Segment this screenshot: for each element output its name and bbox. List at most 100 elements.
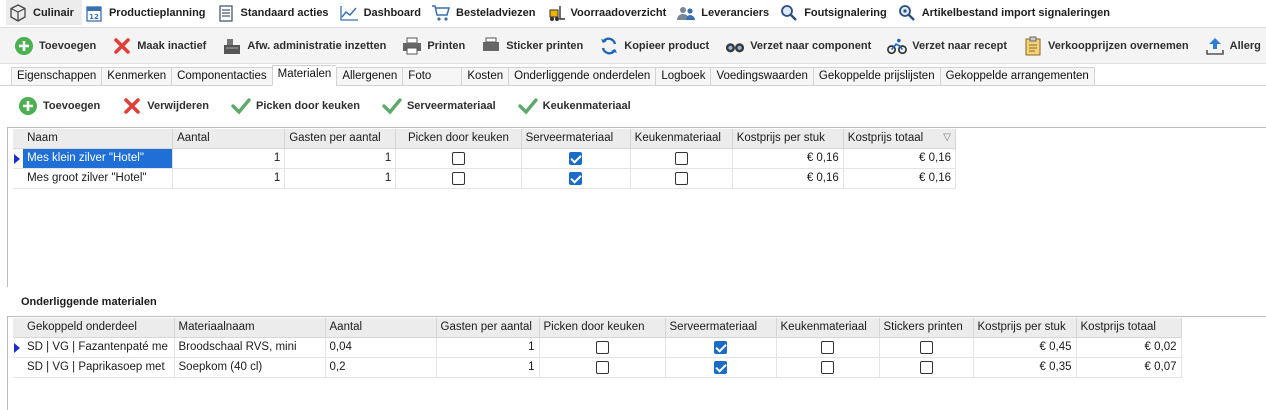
col-picken-door-keuken[interactable]: Picken door keuken xyxy=(539,318,666,338)
cell-prijs-stuk[interactable]: € 0,16 xyxy=(732,148,844,169)
cell-prijs-stuk[interactable]: € 0,35 xyxy=(973,357,1077,378)
keuken-checkbox[interactable] xyxy=(674,151,688,165)
tab-materialen[interactable]: Materialen xyxy=(271,65,337,86)
materiaal-verwijderen-button[interactable]: Verwijderen xyxy=(122,96,209,116)
tab-logboek[interactable]: Logboek xyxy=(655,67,711,86)
col-keukenmateriaal[interactable]: Keukenmateriaal xyxy=(776,318,880,338)
nav-artikelbestand-import[interactable]: Artikelbestand import signaleringen xyxy=(895,0,1118,25)
tab-voedingswaarden[interactable]: Voedingswaarden xyxy=(710,67,813,86)
cell-prijs-stuk[interactable]: € 0,16 xyxy=(732,168,844,189)
verkoopprijzen-overnemen-button[interactable]: Verkoopprijzen overnemen xyxy=(1023,36,1189,56)
materiaal-toevoegen-button[interactable]: Toevoegen xyxy=(18,96,100,116)
table-row[interactable]: SD | VG | Paprikasoep met Soepkom (40 cl… xyxy=(13,357,1182,378)
col-gasten-per-aantal[interactable]: Gasten per aantal xyxy=(284,129,397,149)
cell-prijs-totaal[interactable]: € 0,02 xyxy=(1076,337,1182,358)
nav-leveranciers[interactable]: Leveranciers xyxy=(674,0,777,25)
col-kostprijs-per-stuk[interactable]: Kostprijs per stuk xyxy=(732,129,844,149)
button-label: Allerg xyxy=(1229,39,1261,52)
tab-foto[interactable]: Foto xyxy=(402,67,462,86)
cell-aantal[interactable]: 1 xyxy=(172,148,286,169)
nav-productieplanning[interactable]: 12 Productieplanning xyxy=(82,0,214,25)
col-kostprijs-per-stuk[interactable]: Kostprijs per stuk xyxy=(973,318,1077,338)
cell-prijs-totaal[interactable]: € 0,07 xyxy=(1076,357,1182,378)
serveer-checkbox[interactable] xyxy=(714,340,727,354)
cell-gasten[interactable]: 1 xyxy=(284,168,397,189)
keuken-checkbox[interactable] xyxy=(821,360,834,374)
cell-onderdeel[interactable]: SD | VG | Fazantenpaté me xyxy=(23,337,175,358)
col-materiaalnaam[interactable]: Materiaalnaam xyxy=(174,318,326,338)
serveer-checkbox[interactable] xyxy=(569,171,583,185)
table-row[interactable]: Mes groot zilver "Hotel" 1 1 € 0,16 € 0,… xyxy=(13,168,957,189)
col-picken-door-keuken[interactable]: Picken door keuken xyxy=(395,129,522,149)
filter-icon[interactable]: ▽ xyxy=(943,132,951,143)
cell-naam[interactable]: Mes klein zilver "Hotel" xyxy=(23,148,174,169)
picken-checkbox[interactable] xyxy=(595,360,609,374)
verzet-naar-component-button[interactable]: Verzet naar component xyxy=(725,36,871,56)
tab-allergenen[interactable]: Allergenen xyxy=(336,67,403,86)
verzet-naar-recept-button[interactable]: Verzet naar recept xyxy=(887,36,1007,56)
stickers-checkbox[interactable] xyxy=(919,340,933,354)
cell-naam[interactable]: Mes groot zilver "Hotel" xyxy=(23,168,174,189)
col-naam[interactable]: Naam xyxy=(23,129,174,149)
col-gasten-per-aantal[interactable]: Gasten per aantal xyxy=(436,318,540,338)
col-aantal[interactable]: Aantal xyxy=(172,129,286,149)
cell-aantal[interactable]: 0,2 xyxy=(325,357,437,378)
nav-foutsignalering[interactable]: Foutsignalering xyxy=(777,0,895,25)
tab-gekoppelde-arrangementen[interactable]: Gekoppelde arrangementen xyxy=(939,67,1095,86)
tab-gekoppelde-prijslijsten[interactable]: Gekoppelde prijslijsten xyxy=(812,67,940,86)
col-serveermateriaal[interactable]: Serveermateriaal xyxy=(521,129,631,149)
cell-prijs-totaal[interactable]: € 0,16 xyxy=(843,148,957,169)
nav-culinair[interactable]: Culinair xyxy=(6,0,82,25)
allergenen-button[interactable]: Allerg xyxy=(1205,36,1261,56)
nav-dashboard[interactable]: Dashboard xyxy=(337,0,429,25)
keuken-checkbox[interactable] xyxy=(674,171,688,185)
col-aantal[interactable]: Aantal xyxy=(325,318,437,338)
serveer-checkbox[interactable] xyxy=(714,360,727,374)
picken-checkbox[interactable] xyxy=(595,340,609,354)
tab-eigenschappen[interactable]: Eigenschappen xyxy=(11,67,102,86)
row-indicator xyxy=(13,168,24,189)
printen-button[interactable]: Printen xyxy=(402,36,465,56)
cell-materiaal[interactable]: Broodschaal RVS, mini xyxy=(174,337,326,358)
nav-besteladviezen[interactable]: Besteladviezen xyxy=(429,0,543,25)
nav-voorraadoverzicht[interactable]: Voorraadoverzicht xyxy=(544,0,675,25)
cell-aantal[interactable]: 0,04 xyxy=(325,337,437,358)
toevoegen-button[interactable]: Toevoegen xyxy=(14,36,96,56)
cell-gasten[interactable]: 1 xyxy=(436,357,540,378)
col-gekoppeld-onderdeel[interactable]: Gekoppeld onderdeel xyxy=(23,318,175,338)
maak-inactief-button[interactable]: Maak inactief xyxy=(112,36,206,56)
kopieer-product-button[interactable]: Kopieer product xyxy=(599,36,709,56)
stickers-checkbox[interactable] xyxy=(919,360,933,374)
table-row[interactable]: Mes klein zilver "Hotel" 1 1 € 0,16 € 0,… xyxy=(13,148,957,169)
afw-administratie-button[interactable]: Afw. administratie inzetten xyxy=(222,36,386,56)
cell-prijs-stuk[interactable]: € 0,45 xyxy=(973,337,1077,358)
cell-keuken xyxy=(630,168,733,189)
col-kostprijs-totaal[interactable]: Kostprijs totaal ▽ xyxy=(843,129,957,149)
keukenmateriaal-button[interactable]: Keukenmateriaal xyxy=(517,96,631,116)
cell-aantal[interactable]: 1 xyxy=(172,168,286,189)
cell-gasten[interactable]: 1 xyxy=(436,337,540,358)
col-kostprijs-totaal[interactable]: Kostprijs totaal xyxy=(1076,318,1182,338)
cell-materiaal[interactable]: Soepkom (40 cl) xyxy=(174,357,326,378)
tab-componentacties[interactable]: Componentacties xyxy=(171,67,272,86)
table-row[interactable]: SD | VG | Fazantenpaté me Broodschaal RV… xyxy=(13,337,1182,358)
picken-door-keuken-button[interactable]: Picken door keuken xyxy=(231,96,360,116)
col-keukenmateriaal[interactable]: Keukenmateriaal xyxy=(630,129,733,149)
tab-kenmerken[interactable]: Kenmerken xyxy=(101,67,172,86)
button-label: Verkoopprijzen overnemen xyxy=(1048,39,1189,52)
button-label: Toevoegen xyxy=(39,39,97,52)
tab-onderliggende-onderdelen[interactable]: Onderliggende onderdelen xyxy=(508,67,656,86)
nav-standaard-acties[interactable]: Standaard acties xyxy=(214,0,337,25)
serveermateriaal-button[interactable]: Serveermateriaal xyxy=(382,96,496,116)
sticker-printen-button[interactable]: Sticker printen xyxy=(481,36,583,56)
cell-gasten[interactable]: 1 xyxy=(284,148,397,169)
col-stickers-printen[interactable]: Stickers printen xyxy=(879,318,974,338)
tab-kosten[interactable]: Kosten xyxy=(461,67,509,86)
serveer-checkbox[interactable] xyxy=(569,151,583,165)
cell-prijs-totaal[interactable]: € 0,16 xyxy=(843,168,957,189)
picken-checkbox[interactable] xyxy=(451,171,465,185)
keuken-checkbox[interactable] xyxy=(821,340,834,354)
col-serveermateriaal[interactable]: Serveermateriaal xyxy=(665,318,777,338)
cell-onderdeel[interactable]: SD | VG | Paprikasoep met xyxy=(23,357,175,378)
picken-checkbox[interactable] xyxy=(451,151,465,165)
